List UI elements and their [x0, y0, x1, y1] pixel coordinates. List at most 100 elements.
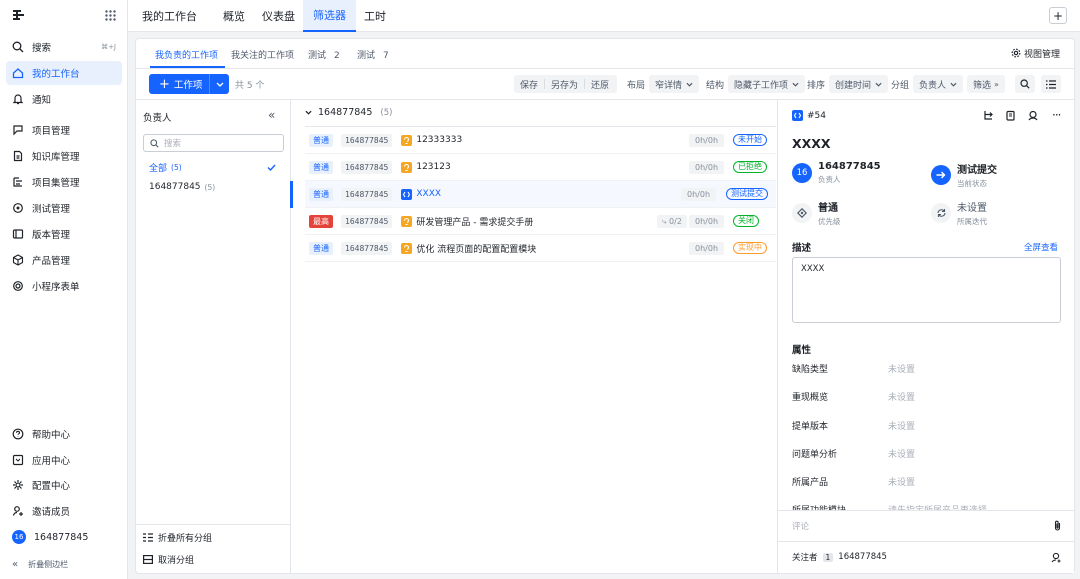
sidebar-item-knowledge[interactable]: 知识库管理 — [6, 144, 122, 168]
sidebar-item-config[interactable]: 配置中心 — [6, 473, 122, 497]
owner-badge: 164877845 — [341, 215, 392, 228]
follow-user-icon[interactable] — [1051, 552, 1062, 563]
attribute-value[interactable]: 未设置 — [888, 362, 915, 375]
table-row[interactable]: 普通1648778451231230h/0h已拒绝 — [305, 154, 776, 181]
table-row[interactable]: 普通164877845优化 流程页面的配置配置模块0h/0h实现中 — [305, 235, 776, 262]
attribute-value[interactable]: 未设置 — [888, 419, 915, 432]
detail-iteration[interactable]: 未设置 所属迭代 — [931, 199, 987, 227]
tab-workbench[interactable]: 我的工作台 — [142, 0, 197, 32]
sidebar-item-projects[interactable]: 项目管理 — [6, 118, 122, 142]
save-as-button[interactable]: 另存为 — [545, 78, 584, 91]
group-select[interactable]: 负责人 — [913, 75, 963, 93]
sort-control[interactable]: 排序 创建时间 — [807, 75, 888, 93]
row-title[interactable]: 优化 流程页面的配置配置模块 — [416, 242, 536, 255]
group-control[interactable]: 分组 负责人 — [891, 75, 963, 93]
group-header[interactable]: 164877845 (5) — [305, 107, 392, 118]
filter-button[interactable]: 筛选 » — [967, 75, 1005, 93]
group-item-all[interactable]: 全部 (5) — [149, 160, 279, 174]
view-manage-button[interactable]: 视图管理 — [1011, 44, 1060, 62]
tab-overview[interactable]: 概览 — [223, 0, 245, 32]
sort-select[interactable]: 创建时间 — [829, 75, 888, 93]
sidebar-item-versions[interactable]: 版本管理 — [6, 222, 122, 246]
subtab-test-2[interactable]: 测试7 — [357, 48, 389, 61]
check-icon — [267, 164, 276, 171]
tab-filters[interactable]: 筛选器 — [303, 0, 356, 32]
list-view-button[interactable] — [1041, 75, 1061, 93]
add-tab-button[interactable]: + — [1049, 7, 1067, 24]
row-title[interactable]: 12333333 — [416, 135, 462, 145]
home-icon — [12, 67, 24, 79]
sidebar-item-programs[interactable]: 项目集管理 — [6, 170, 122, 194]
row-title[interactable]: 研发管理产品 - 需求提交手册 — [416, 215, 533, 228]
sidebar-item-workbench[interactable]: 我的工作台 — [6, 61, 122, 85]
sidebar-item-notifications[interactable]: 通知 — [6, 87, 122, 111]
row-title[interactable]: XXXX — [416, 189, 441, 199]
sidebar-item-label: 项目管理 — [32, 123, 70, 137]
status-badge[interactable]: 测试提交 — [726, 188, 768, 200]
attribute-value[interactable]: 未设置 — [888, 447, 915, 460]
sidebar-item-testing[interactable]: 测试管理 — [6, 196, 122, 220]
tab-dashboard[interactable]: 仪表盘 — [262, 0, 295, 32]
copy-icon[interactable] — [1006, 110, 1017, 121]
detail-status[interactable]: 测试提交 当前状态 — [931, 161, 997, 189]
settings-icon — [12, 479, 24, 491]
fullscreen-link[interactable]: 全屏查看 — [1024, 241, 1058, 253]
search-shortcut: ⌘+J — [101, 43, 116, 51]
layout-select[interactable]: 窄详情 — [649, 75, 699, 93]
save-button[interactable]: 保存 — [514, 78, 544, 91]
group-item-user[interactable]: 164877845 (5) — [149, 180, 279, 194]
tab-worklog[interactable]: 工时 — [364, 0, 386, 32]
subtab-my-items[interactable]: 我负责的工作项 — [155, 48, 218, 61]
sidebar-item-label: 测试管理 — [32, 201, 70, 215]
sidebar-item-help[interactable]: 帮助中心 — [6, 422, 122, 446]
collapse-sidebar-button[interactable]: « 折叠侧边栏 — [6, 552, 122, 576]
subtab-test-1[interactable]: 测试2 — [308, 48, 340, 61]
collapse-all-groups-button[interactable]: 折叠所有分组 — [143, 531, 212, 544]
top-bar: 我的工作台 概览 仪表盘 筛选器 工时 + — [128, 0, 1080, 32]
sort-label: 排序 — [807, 78, 825, 91]
detail-assignee[interactable]: 16 164877845 负责人 — [792, 161, 881, 185]
structure-select[interactable]: 隐藏子工作项 — [728, 75, 805, 93]
group-search-input[interactable]: 搜索 — [143, 134, 284, 152]
structure-control[interactable]: 结构 隐藏子工作项 — [706, 75, 805, 93]
table-row[interactable]: 普通164877845123333330h/0h未开始 — [305, 127, 776, 154]
restore-button[interactable]: 还原 — [585, 78, 615, 91]
detail-priority[interactable]: 普通 优先级 — [792, 199, 841, 227]
app-logo[interactable] — [12, 9, 25, 21]
new-item-dropdown[interactable] — [209, 74, 229, 94]
search-button[interactable] — [1015, 75, 1035, 93]
bell-icon — [12, 93, 24, 105]
status-badge[interactable]: 未开始 — [733, 134, 767, 146]
chevron-down-icon — [792, 82, 799, 87]
owner-badge: 164877845 — [341, 188, 392, 201]
description-box[interactable]: XXXX — [792, 257, 1061, 323]
follow-icon[interactable] — [1028, 110, 1039, 121]
sidebar-item-invite[interactable]: 邀请成员 — [6, 499, 122, 523]
subtask-tree-icon[interactable] — [983, 110, 994, 121]
user-profile[interactable]: 16 164877845 — [6, 525, 122, 549]
collapse-panel-button[interactable]: « — [268, 108, 275, 122]
table-row[interactable]: 最高164877845研发管理产品 - 需求提交手册⤷ 0/20h/0h关闭 — [305, 208, 776, 235]
sidebar-item-forms[interactable]: 小程序表单 — [6, 274, 122, 298]
more-icon[interactable]: ··· — [1052, 108, 1060, 122]
apps-grid-icon[interactable] — [105, 10, 116, 21]
subtab-followed-items[interactable]: 我关注的工作项 — [231, 48, 294, 61]
sidebar-search[interactable]: 搜索 ⌘+J — [6, 35, 122, 59]
attribute-value[interactable]: 未设置 — [888, 390, 915, 403]
sidebar-item-app-center[interactable]: 应用中心 — [6, 448, 122, 472]
table-row[interactable]: 普通164877845XXXX0h/0h测试提交 — [305, 181, 776, 208]
sidebar-item-products[interactable]: 产品管理 — [6, 248, 122, 272]
search-placeholder: 搜索 — [164, 137, 181, 149]
attribute-value[interactable]: 未设置 — [888, 475, 915, 488]
status-badge[interactable]: 关闭 — [733, 215, 759, 227]
followers-row[interactable]: 关注者 1 164877845 — [792, 551, 1062, 563]
status-badge[interactable]: 实现中 — [733, 242, 767, 254]
row-title[interactable]: 123123 — [416, 162, 450, 172]
attachment-icon[interactable] — [1053, 520, 1062, 531]
group-item-label: 全部 — [149, 161, 167, 174]
new-item-button[interactable]: + 工作项 — [149, 74, 229, 94]
comment-input[interactable]: 评论 — [792, 520, 1062, 532]
status-badge[interactable]: 已拒绝 — [733, 161, 767, 173]
layout-control[interactable]: 布局 窄详情 — [627, 75, 699, 93]
cancel-group-button[interactable]: 取消分组 — [143, 553, 194, 566]
